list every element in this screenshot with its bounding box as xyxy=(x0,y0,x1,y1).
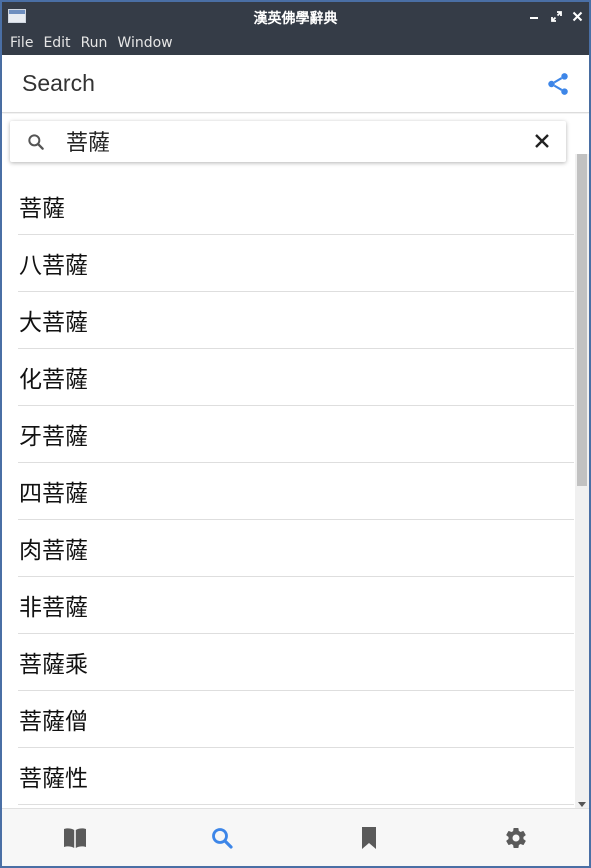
scrollbar[interactable] xyxy=(575,154,589,808)
search-box[interactable] xyxy=(10,121,566,162)
maximize-icon xyxy=(550,10,562,22)
menu-file[interactable]: File xyxy=(6,35,37,51)
scrollbar-thumb[interactable] xyxy=(577,154,587,486)
gear-icon xyxy=(505,827,526,848)
list-item[interactable]: 大菩薩 xyxy=(18,292,574,349)
menu-edit[interactable]: Edit xyxy=(39,35,74,51)
results-list: 菩薩 八菩薩 大菩薩 化菩薩 牙菩薩 四菩薩 肉菩薩 非菩薩 菩薩乘 菩薩僧 菩… xyxy=(18,177,574,805)
list-item[interactable]: 菩薩乘 xyxy=(18,634,574,691)
main-content: 菩薩 八菩薩 大菩薩 化菩薩 牙菩薩 四菩薩 肉菩薩 非菩薩 菩薩乘 菩薩僧 菩… xyxy=(2,114,589,808)
list-item[interactable]: 四菩薩 xyxy=(18,463,574,520)
list-item[interactable]: 化菩薩 xyxy=(18,349,574,406)
list-item[interactable]: 八菩薩 xyxy=(18,235,574,292)
maximize-button[interactable] xyxy=(548,8,564,24)
clear-search-button[interactable] xyxy=(532,131,552,151)
close-icon xyxy=(572,11,582,21)
share-icon xyxy=(548,73,568,95)
list-item[interactable]: 肉菩薩 xyxy=(18,520,574,577)
title-bar[interactable]: 漢英佛學辭典 xyxy=(2,2,589,31)
minimize-button[interactable] xyxy=(526,8,542,24)
list-item[interactable]: 菩薩 xyxy=(18,177,574,235)
scroll-down-arrow-icon[interactable] xyxy=(578,802,586,807)
bottom-navigation xyxy=(2,808,589,866)
page-title: Search xyxy=(22,70,95,96)
search-input[interactable] xyxy=(66,128,506,153)
app-window: 漢英佛學辭典 File Edit Run Window Search 菩薩 菩薩… xyxy=(0,0,591,868)
menu-bar: File Edit Run Window xyxy=(2,31,589,55)
search-icon xyxy=(212,827,233,849)
close-icon xyxy=(535,134,549,148)
nav-settings[interactable] xyxy=(442,809,589,866)
list-item[interactable]: 牙菩薩 xyxy=(18,406,574,463)
menu-window[interactable]: Window xyxy=(113,35,176,51)
window-title: 漢英佛學辭典 xyxy=(253,11,338,27)
app-header: Search xyxy=(2,55,589,113)
list-item[interactable]: 菩薩僧 xyxy=(18,691,574,748)
book-icon xyxy=(64,827,87,848)
share-button[interactable] xyxy=(545,71,571,97)
bookmark-icon xyxy=(361,826,376,849)
menu-run[interactable]: Run xyxy=(77,35,112,51)
close-button[interactable] xyxy=(569,8,585,24)
nav-search[interactable] xyxy=(149,809,296,866)
nav-dictionary[interactable] xyxy=(2,809,149,866)
nav-bookmarks[interactable] xyxy=(296,809,443,866)
list-item[interactable]: 非菩薩 xyxy=(18,577,574,634)
list-item[interactable]: 菩薩性 xyxy=(18,748,574,805)
search-icon xyxy=(26,132,46,152)
